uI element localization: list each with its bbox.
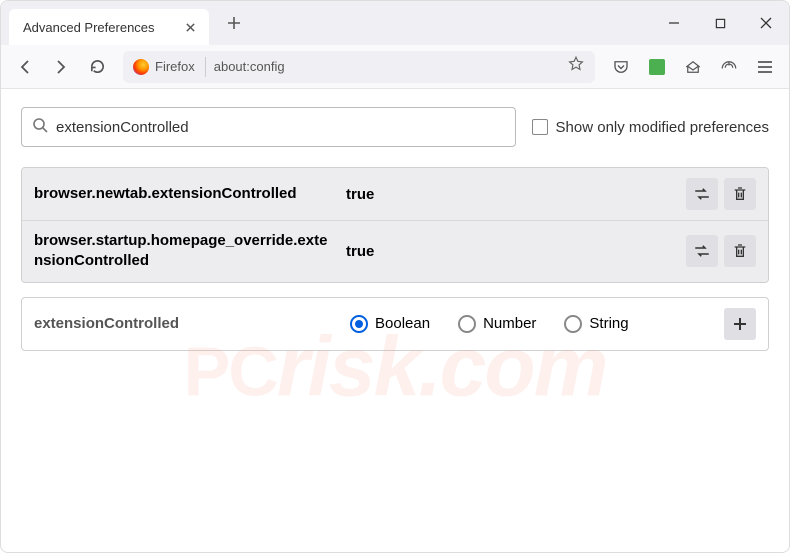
identity-box[interactable]: Firefox [133,57,206,77]
titlebar: Advanced Preferences [1,1,789,45]
inbox-button[interactable] [677,51,709,83]
toggle-button[interactable] [686,178,718,210]
new-pref-name: extensionControlled [34,315,334,332]
reload-button[interactable] [81,51,113,83]
window-maximize-button[interactable] [697,1,743,45]
extension-icon [649,59,665,75]
url-bar[interactable]: Firefox about:config [123,51,595,83]
toggle-button[interactable] [686,235,718,267]
radio-boolean[interactable]: Boolean [350,315,430,333]
radio-label: Number [483,315,536,332]
search-input[interactable] [56,119,505,136]
browser-tab[interactable]: Advanced Preferences [9,9,209,45]
checkbox-label: Show only modified preferences [556,119,769,136]
firefox-logo-icon [133,59,149,75]
toolbar: Firefox about:config [1,45,789,89]
delete-button[interactable] [724,178,756,210]
search-box[interactable] [21,107,516,147]
radio-icon [350,315,368,333]
radio-string[interactable]: String [564,315,628,333]
search-icon [32,117,48,138]
back-button[interactable] [9,51,41,83]
radio-icon [564,315,582,333]
pref-name: browser.newtab.extensionControlled [34,184,334,204]
add-preference-row: extensionControlled Boolean Number Strin… [21,297,769,351]
checkbox-icon [532,119,548,135]
content-area: PCrisk.com Show only modified preference… [1,89,789,552]
extension-button[interactable] [641,51,673,83]
forward-button[interactable] [45,51,77,83]
results-table: browser.newtab.extensionControlled true … [21,167,769,283]
add-button[interactable] [724,308,756,340]
new-tab-button[interactable] [219,8,249,38]
close-tab-button[interactable] [181,18,199,36]
pref-value: true [346,243,674,260]
activity-button[interactable] [713,51,745,83]
radio-label: Boolean [375,315,430,332]
identity-label: Firefox [155,59,195,74]
modified-only-checkbox[interactable]: Show only modified preferences [532,119,769,136]
tab-title: Advanced Preferences [23,20,171,35]
delete-button[interactable] [724,235,756,267]
radio-label: String [589,315,628,332]
pref-name: browser.startup.homepage_override.extens… [34,231,334,272]
window-close-button[interactable] [743,1,789,45]
type-radio-group: Boolean Number String [350,315,708,333]
window-minimize-button[interactable] [651,1,697,45]
star-icon[interactable] [567,55,585,78]
radio-icon [458,315,476,333]
radio-number[interactable]: Number [458,315,536,333]
pref-row: browser.startup.homepage_override.extens… [22,220,768,282]
pref-row: browser.newtab.extensionControlled true [22,168,768,220]
menu-button[interactable] [749,51,781,83]
pocket-button[interactable] [605,51,637,83]
pref-value: true [346,186,674,203]
url-text: about:config [214,59,559,74]
